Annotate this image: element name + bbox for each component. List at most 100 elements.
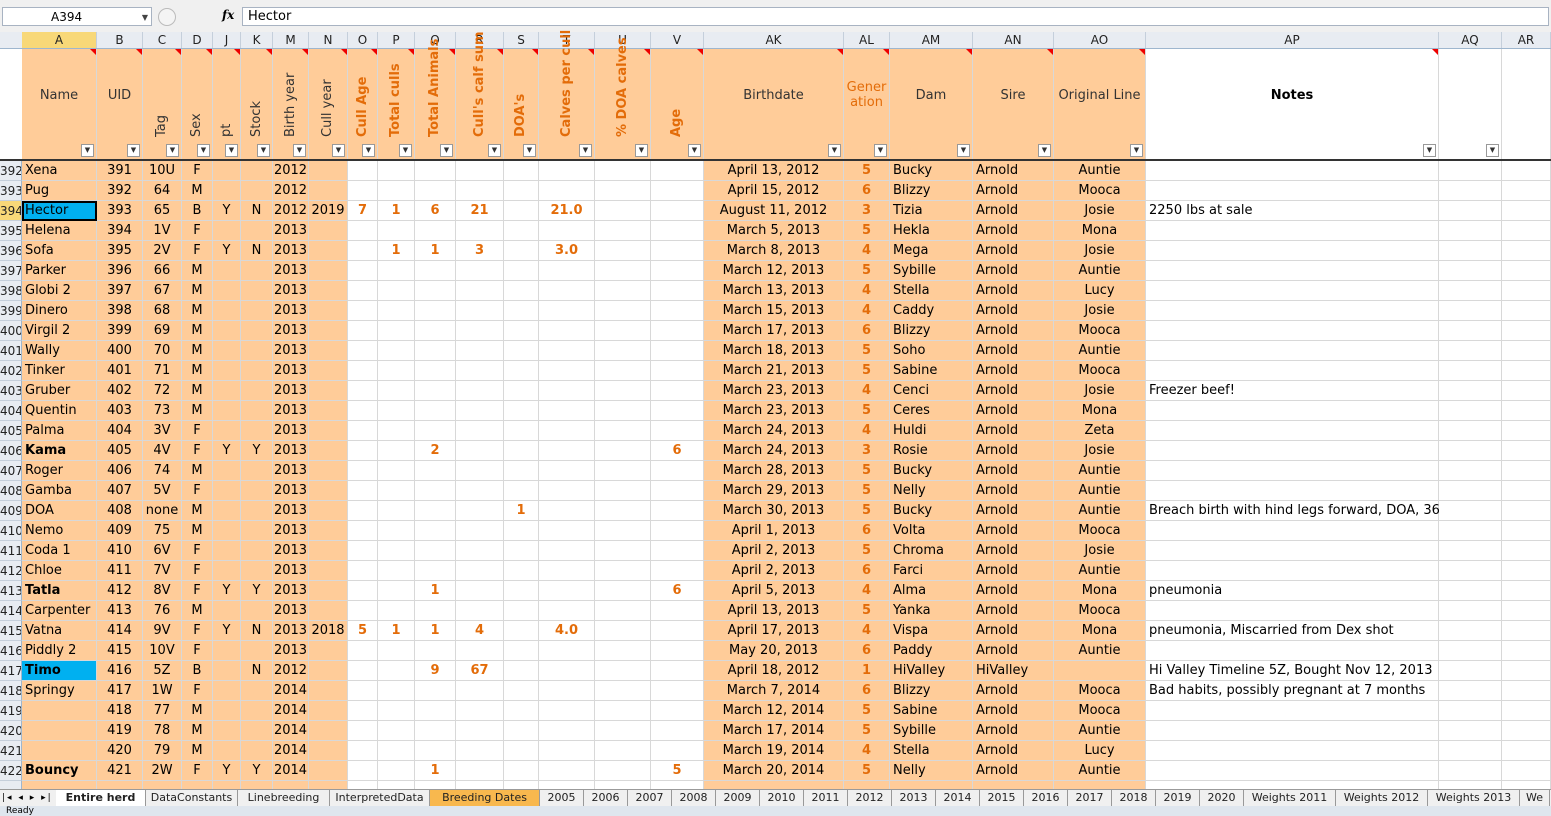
- cell-m[interactable]: 2013: [273, 501, 309, 521]
- cell-m[interactable]: 2013: [273, 581, 309, 601]
- cell-k[interactable]: Y: [241, 441, 273, 461]
- cell-aq[interactable]: [1439, 381, 1502, 401]
- cell-r[interactable]: [456, 681, 504, 701]
- cell-uid[interactable]: 402: [97, 381, 143, 401]
- cell-ak[interactable]: March 21, 2013: [704, 361, 844, 381]
- cell-m[interactable]: 2013: [273, 261, 309, 281]
- cell-u[interactable]: [595, 701, 651, 721]
- cell-ar[interactable]: [1502, 481, 1551, 501]
- cell-k[interactable]: [241, 181, 273, 201]
- cell-q[interactable]: [415, 481, 456, 501]
- cell-r[interactable]: [456, 701, 504, 721]
- cell-uid[interactable]: 400: [97, 341, 143, 361]
- cell-s[interactable]: [504, 261, 539, 281]
- cell-ao[interactable]: Lucy: [1054, 281, 1146, 301]
- cell-ak[interactable]: April 13, 2013: [704, 601, 844, 621]
- cell-p[interactable]: [378, 481, 415, 501]
- cell-tag[interactable]: none: [143, 501, 182, 521]
- cell-t[interactable]: [539, 601, 595, 621]
- cell-v[interactable]: 6: [651, 441, 704, 461]
- cell-u[interactable]: [595, 221, 651, 241]
- cell-j[interactable]: [213, 481, 241, 501]
- cell-r[interactable]: [456, 161, 504, 181]
- cell-al[interactable]: 5: [844, 341, 890, 361]
- cell-al[interactable]: 5: [844, 721, 890, 741]
- cell-am[interactable]: Volta: [890, 521, 973, 541]
- sheet-tab[interactable]: 2016: [1024, 790, 1068, 807]
- cell-u[interactable]: [595, 461, 651, 481]
- cell-ap[interactable]: [1146, 541, 1439, 561]
- formula-input[interactable]: Hector: [242, 7, 1549, 26]
- column-header-s[interactable]: S: [504, 32, 539, 48]
- cell-an[interactable]: Arnold: [973, 261, 1054, 281]
- cell-m[interactable]: 2013: [273, 361, 309, 381]
- row-header[interactable]: 417: [0, 661, 22, 681]
- cell-j[interactable]: [213, 421, 241, 441]
- cell-uid[interactable]: 413: [97, 601, 143, 621]
- cell-al[interactable]: [844, 781, 890, 789]
- cell-tag[interactable]: 68: [143, 301, 182, 321]
- cell-s[interactable]: [504, 721, 539, 741]
- cell-ak[interactable]: March 12, 2014: [704, 701, 844, 721]
- cell-v[interactable]: [651, 681, 704, 701]
- cell-s[interactable]: [504, 521, 539, 541]
- row-header[interactable]: 415: [0, 621, 22, 641]
- cell-m[interactable]: 2013: [273, 601, 309, 621]
- cell-o[interactable]: [348, 301, 378, 321]
- row-header[interactable]: 403: [0, 381, 22, 401]
- cell-an[interactable]: Arnold: [973, 161, 1054, 181]
- cell-name[interactable]: Timo: [22, 661, 97, 681]
- row-header[interactable]: 419: [0, 701, 22, 721]
- cell-p[interactable]: [378, 361, 415, 381]
- sheet-tab[interactable]: 2020: [1200, 790, 1244, 807]
- cell-ar[interactable]: [1502, 401, 1551, 421]
- cell-v[interactable]: [651, 301, 704, 321]
- cell-q[interactable]: 1: [415, 761, 456, 781]
- cell-name[interactable]: Gamba: [22, 481, 97, 501]
- cell-ao[interactable]: Josie: [1054, 301, 1146, 321]
- cell-ar[interactable]: [1502, 741, 1551, 761]
- cell-p[interactable]: [378, 681, 415, 701]
- cell-ar[interactable]: [1502, 641, 1551, 661]
- cell-k[interactable]: [241, 521, 273, 541]
- cell-m[interactable]: 2014: [273, 721, 309, 741]
- cell-u[interactable]: [595, 601, 651, 621]
- filter-dropdown-icon[interactable]: ▼: [166, 144, 179, 157]
- cell-j[interactable]: Y: [213, 201, 241, 221]
- cell-p[interactable]: [378, 501, 415, 521]
- cell-al[interactable]: 5: [844, 541, 890, 561]
- cell-t[interactable]: [539, 681, 595, 701]
- cell-q[interactable]: [415, 321, 456, 341]
- cell-am[interactable]: Bucky: [890, 461, 973, 481]
- cell-aq[interactable]: [1439, 661, 1502, 681]
- cell-m[interactable]: 2013: [273, 461, 309, 481]
- cell-al[interactable]: 4: [844, 301, 890, 321]
- cell-j[interactable]: [213, 281, 241, 301]
- cell-tag[interactable]: 72: [143, 381, 182, 401]
- cell-sex[interactable]: F: [182, 621, 213, 641]
- sheet-tab[interactable]: Weights 2013: [1428, 790, 1520, 807]
- row-header[interactable]: 411: [0, 541, 22, 561]
- cell-tag[interactable]: 8V: [143, 581, 182, 601]
- cell-am[interactable]: HiValley: [890, 661, 973, 681]
- cell-an[interactable]: Arnold: [973, 501, 1054, 521]
- cell-k[interactable]: [241, 361, 273, 381]
- cell-u[interactable]: [595, 241, 651, 261]
- name-box[interactable]: A394 ▼: [2, 7, 152, 26]
- cell-j[interactable]: Y: [213, 621, 241, 641]
- cell-ak[interactable]: April 18, 2012: [704, 661, 844, 681]
- cell-n[interactable]: [309, 641, 348, 661]
- cell-ak[interactable]: April 1, 2013: [704, 521, 844, 541]
- filter-dropdown-icon[interactable]: ▼: [1130, 144, 1143, 157]
- cell-v[interactable]: [651, 361, 704, 381]
- cell-s[interactable]: [504, 701, 539, 721]
- cell-r[interactable]: [456, 761, 504, 781]
- cell-o[interactable]: [348, 381, 378, 401]
- cell-s[interactable]: [504, 601, 539, 621]
- cell-ar[interactable]: [1502, 461, 1551, 481]
- row-header[interactable]: 400: [0, 321, 22, 341]
- cell-n[interactable]: [309, 561, 348, 581]
- cell-j[interactable]: [213, 681, 241, 701]
- cell-n[interactable]: [309, 181, 348, 201]
- cell-o[interactable]: [348, 661, 378, 681]
